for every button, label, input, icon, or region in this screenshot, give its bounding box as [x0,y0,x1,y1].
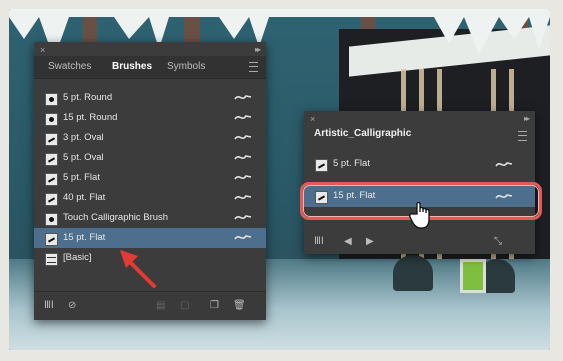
collapse-icon[interactable]: ▸▸ [255,45,261,54]
calligraphic-stroke-icon [234,215,252,220]
tab-brushes[interactable]: Brushes [112,61,152,72]
close-icon[interactable]: × [40,45,45,55]
panel-menu-icon[interactable] [518,131,527,141]
brush-libraries-icon[interactable]: ⅢⅠ [44,300,54,311]
remove-stroke-icon[interactable]: ⊘ [68,300,76,311]
calligraphic-stroke-icon [234,195,252,200]
oval-brush-icon [45,133,58,146]
brush-item-5pt-oval[interactable]: 5 pt. Oval [34,148,266,168]
panel-menu-icon[interactable] [249,62,258,72]
calligraphic-stroke-icon [234,175,252,180]
brush-item-touch-calligraphic[interactable]: Touch Calligraphic Brush [34,208,266,228]
close-icon[interactable]: × [310,114,315,124]
round-brush-icon [45,113,58,126]
flat-brush-icon [45,173,58,186]
brush-list: 5 pt. Round 15 pt. Round 3 pt. Oval 5 pt… [34,88,266,268]
hand-cursor-icon [409,201,430,229]
brush-item-15pt-round[interactable]: 15 pt. Round [34,108,266,128]
calligraphic-stroke-icon [234,235,252,240]
library-menu-icon[interactable]: ⅢⅠ [314,236,324,247]
next-library-icon[interactable]: ▶ [366,236,374,247]
flat-brush-icon [45,233,58,246]
brushes-bottom-bar: ⅢⅠ ⊘ ▤ ▢ ❐ 🗑 [34,291,266,320]
basic-brush-icon [45,253,58,266]
brush-item-40pt-flat[interactable]: 40 pt. Flat [34,188,266,208]
collapse-icon[interactable]: ▸▸ [524,114,530,123]
previous-library-icon[interactable]: ◀ [344,236,352,247]
calligraphic-stroke-icon [495,162,513,167]
annotation-arrow-icon [120,250,156,288]
options-selected-icon[interactable]: ▢ [180,300,189,311]
panel-title: Artistic_Calligraphic [314,128,412,139]
brush-item-5pt-round[interactable]: 5 pt. Round [34,88,266,108]
round-brush-icon [45,213,58,226]
round-brush-icon [45,93,58,106]
brush-item-5pt-flat[interactable]: 5 pt. Flat [34,168,266,188]
brush-item-3pt-oval[interactable]: 3 pt. Oval [34,128,266,148]
tab-swatches[interactable]: Swatches [48,61,91,72]
library-bottom-bar: ⅢⅠ ◀ ▶ ⤡ [304,232,535,254]
library-item-5pt-flat[interactable]: 5 pt. Flat [304,153,535,175]
calligraphic-stroke-icon [234,95,252,100]
options-icon[interactable]: ▤ [156,300,165,311]
flat-brush-icon [45,193,58,206]
oval-brush-icon [45,153,58,166]
new-brush-icon[interactable]: ❐ [210,300,219,311]
cabin-window [460,259,486,293]
calligraphic-stroke-icon [234,135,252,140]
delete-icon[interactable]: 🗑 [233,300,246,311]
tab-symbols[interactable]: Symbols [167,61,205,72]
panel-tabs: Swatches Brushes Symbols [34,56,266,79]
flat-brush-icon [315,159,328,172]
calligraphic-stroke-icon [234,115,252,120]
calligraphic-stroke-icon [234,155,252,160]
brush-item-15pt-flat[interactable]: 15 pt. Flat [34,228,266,248]
add-to-brushes-icon[interactable]: ⤡ [494,236,502,247]
